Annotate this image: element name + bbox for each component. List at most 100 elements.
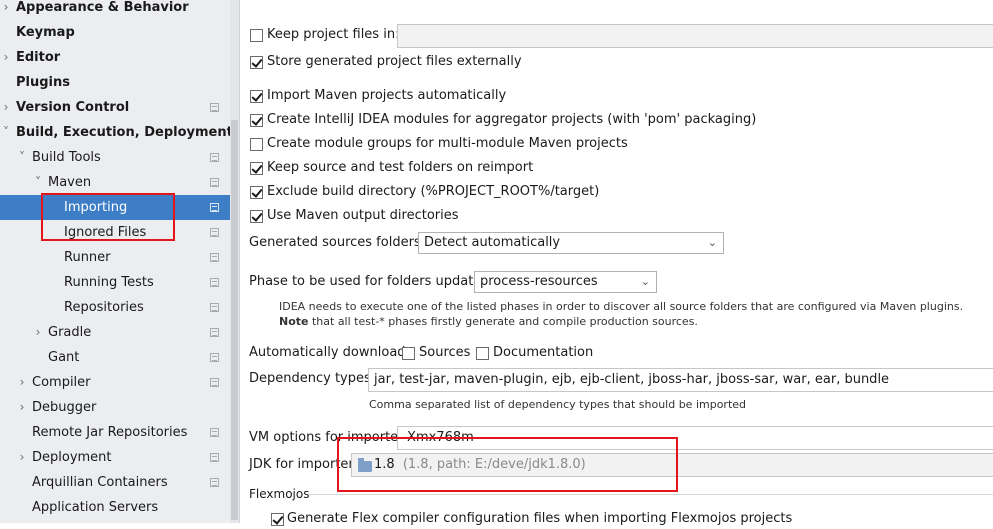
- create-module-groups-checkbox[interactable]: [250, 138, 263, 151]
- sidebar-item-editor[interactable]: › Editor: [0, 45, 230, 70]
- chevron-down-icon[interactable]: ˅: [17, 145, 27, 170]
- keep-project-files-path-field[interactable]: [397, 24, 993, 48]
- sidebar-item-label: Build Tools: [32, 150, 101, 165]
- sidebar-item-repositories[interactable]: Repositories: [0, 295, 230, 320]
- generated-sources-select[interactable]: Detect automatically ⌄: [418, 232, 724, 254]
- project-settings-icon: [210, 453, 219, 462]
- project-settings-icon: [210, 353, 219, 362]
- sidebar-item-plugins[interactable]: Plugins: [0, 70, 230, 95]
- sidebar-item-label: Gant: [48, 350, 80, 365]
- sidebar-item-label: Gradle: [48, 325, 92, 340]
- tree-scrollbar-thumb[interactable]: [231, 120, 238, 520]
- download-sources-label: Sources: [419, 345, 471, 360]
- dependency-types-input[interactable]: jar, test-jar, maven-plugin, ejb, ejb-cl…: [368, 368, 993, 392]
- keep-project-files-checkbox[interactable]: [250, 29, 263, 42]
- sidebar-item-build-tools[interactable]: ˅ Build Tools: [0, 145, 230, 170]
- create-module-groups-label: Create module groups for multi-module Ma…: [267, 136, 628, 151]
- sidebar-item-label: Maven: [48, 175, 92, 190]
- sidebar-item-label: Appearance & Behavior: [16, 0, 189, 15]
- chevron-right-icon[interactable]: ›: [1, 0, 11, 20]
- chevron-down-icon: ⌄: [640, 275, 650, 288]
- chevron-right-icon[interactable]: ›: [1, 95, 11, 120]
- project-settings-icon: [210, 228, 219, 237]
- project-settings-icon: [210, 203, 219, 212]
- create-modules-checkbox[interactable]: [250, 114, 263, 127]
- project-settings-icon: [210, 178, 219, 187]
- jdk-highlight-box: [337, 437, 678, 492]
- sidebar-item-label: Compiler: [32, 375, 91, 390]
- chevron-down-icon: ⌄: [707, 236, 717, 249]
- sidebar-item-runner[interactable]: Runner: [0, 245, 230, 270]
- use-output-dirs-checkbox[interactable]: [250, 210, 263, 223]
- phase-value: process-resources: [480, 274, 598, 289]
- sidebar-item-running-tests[interactable]: Running Tests: [0, 270, 230, 295]
- sidebar-item-label: Plugins: [16, 75, 70, 90]
- chevron-down-icon[interactable]: ˅: [1, 120, 11, 145]
- sidebar-item-appearance-behavior[interactable]: › Appearance & Behavior: [0, 0, 230, 20]
- project-settings-icon: [210, 428, 219, 437]
- download-documentation-label: Documentation: [493, 345, 594, 360]
- project-settings-icon: [210, 278, 219, 287]
- exclude-build-dir-checkbox[interactable]: [250, 186, 263, 199]
- sidebar-item-label: Application Servers: [32, 500, 159, 515]
- project-settings-icon: [210, 103, 219, 112]
- dependency-types-label: Dependency types:: [249, 371, 376, 386]
- keep-project-files-label: Keep project files in:: [267, 27, 400, 42]
- sidebar-item-label: Runner: [64, 250, 111, 265]
- use-output-dirs-label: Use Maven output directories: [267, 208, 459, 223]
- sidebar-item-label: Editor: [16, 50, 61, 65]
- chevron-right-icon[interactable]: ›: [1, 45, 11, 70]
- create-modules-label: Create IntelliJ IDEA modules for aggrega…: [267, 112, 757, 127]
- dependency-types-hint: Comma separated list of dependency types…: [369, 398, 747, 411]
- phase-label: Phase to be used for folders update:: [249, 274, 486, 289]
- keep-source-folders-checkbox[interactable]: [250, 162, 263, 175]
- phase-hint-line-2: Note that all test-* phases firstly gene…: [279, 315, 698, 328]
- sidebar-item-maven[interactable]: ˅ Maven: [0, 170, 230, 195]
- sidebar-item-label: Build, Execution, Deployment: [16, 125, 230, 140]
- sidebar-item-gradle[interactable]: › Gradle: [0, 320, 230, 345]
- sidebar-item-label: Deployment: [32, 450, 112, 465]
- importing-highlight-box: [41, 193, 175, 241]
- project-settings-icon: [210, 153, 219, 162]
- project-settings-icon: [210, 253, 219, 262]
- sidebar-item-label: Keymap: [16, 25, 75, 40]
- sidebar-item-build-execution-deployment[interactable]: ˅ Build, Execution, Deployment: [0, 120, 230, 145]
- sidebar-item-gant[interactable]: Gant: [0, 345, 230, 370]
- sidebar-item-label: Running Tests: [64, 275, 154, 290]
- import-automatically-checkbox[interactable]: [250, 90, 263, 103]
- chevron-down-icon[interactable]: ˅: [33, 170, 43, 195]
- sidebar-item-label: Debugger: [32, 400, 97, 415]
- flexmojos-separator: [308, 494, 993, 495]
- project-settings-icon: [210, 378, 219, 387]
- auto-download-label: Automatically download:: [249, 345, 410, 360]
- sidebar-item-keymap[interactable]: Keymap: [0, 20, 230, 45]
- sidebar-item-label: Version Control: [16, 100, 130, 115]
- project-settings-icon: [210, 328, 219, 337]
- sidebar-item-compiler[interactable]: › Compiler: [0, 370, 230, 395]
- sidebar-item-arquillian-containers[interactable]: Arquillian Containers: [0, 470, 230, 495]
- phase-hint-text: that all test-* phases firstly generate …: [308, 315, 698, 328]
- chevron-right-icon[interactable]: ›: [17, 370, 27, 395]
- chevron-right-icon[interactable]: ›: [17, 395, 27, 420]
- sidebar-item-deployment[interactable]: › Deployment: [0, 445, 230, 470]
- sidebar-item-debugger[interactable]: › Debugger: [0, 395, 230, 420]
- download-sources-checkbox[interactable]: [402, 347, 415, 360]
- phase-select[interactable]: process-resources ⌄: [474, 271, 657, 293]
- sidebar-item-application-servers[interactable]: Application Servers: [0, 495, 230, 520]
- chevron-right-icon[interactable]: ›: [33, 320, 43, 345]
- flexmojos-title: Flexmojos: [249, 487, 310, 501]
- keep-source-folders-label: Keep source and test folders on reimport: [267, 160, 534, 175]
- settings-tree: › Appearance & Behavior Keymap › Editor Plugi…: [0, 0, 230, 523]
- sidebar-item-label: Arquillian Containers: [32, 475, 168, 490]
- chevron-right-icon[interactable]: ›: [17, 445, 27, 470]
- sidebar-item-version-control[interactable]: › Version Control: [0, 95, 230, 120]
- phase-hint-note: Note: [279, 315, 309, 328]
- flexmojos-generate-label: Generate Flex compiler configuration fil…: [287, 511, 793, 526]
- store-externally-checkbox[interactable]: [250, 56, 263, 69]
- flexmojos-generate-checkbox[interactable]: [271, 513, 284, 526]
- sidebar-item-remote-jar-repositories[interactable]: Remote Jar Repositories: [0, 420, 230, 445]
- project-settings-icon: [210, 303, 219, 312]
- store-externally-label: Store generated project files externally: [267, 54, 522, 69]
- download-documentation-checkbox[interactable]: [476, 347, 489, 360]
- tree-scrollbar[interactable]: [230, 0, 240, 523]
